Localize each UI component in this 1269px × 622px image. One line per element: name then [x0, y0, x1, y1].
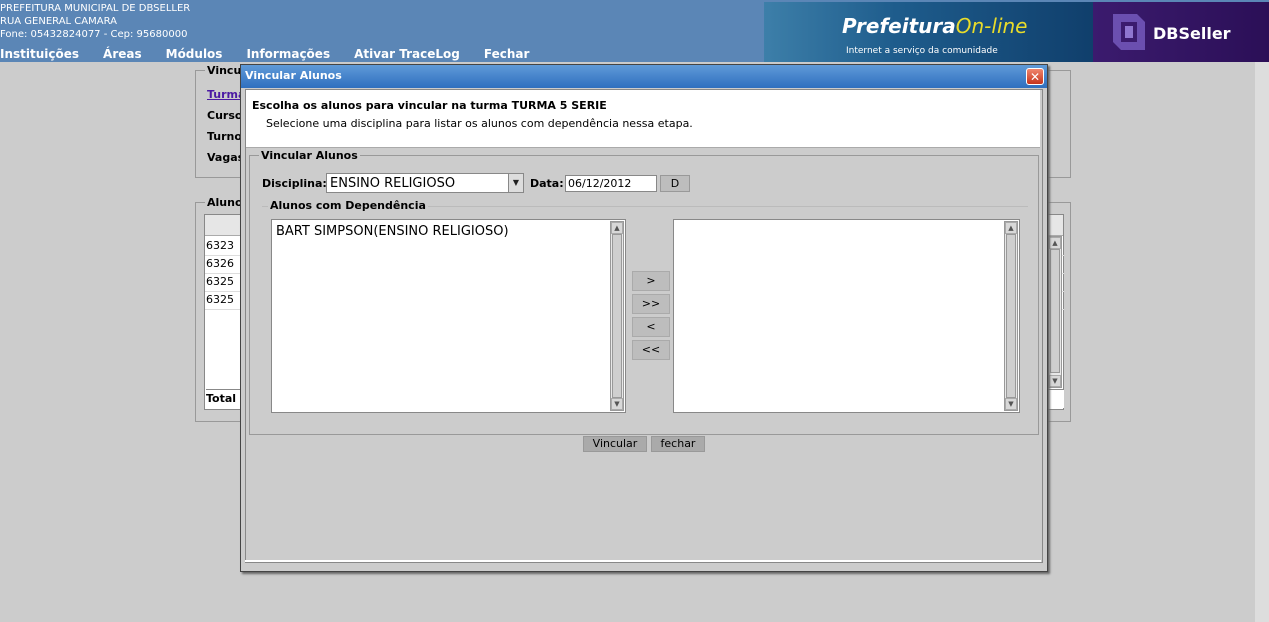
org-name: PREFEITURA MUNICIPAL DE DBSELLER: [0, 3, 191, 14]
vincular-alunos-dialog: Vincular Alunos ✕ Escolha os alunos para…: [240, 64, 1048, 572]
bg-grid-scrollbar[interactable]: ▲ ▼: [1048, 236, 1062, 388]
dbseller-wordmark: DBSeller: [1153, 24, 1231, 43]
dialog-body: Escolha os alunos para vincular na turma…: [245, 89, 1043, 563]
dbseller-mark-icon: [1113, 14, 1145, 50]
bg-vinculo-legend: Vincu: [205, 64, 244, 77]
left-list-scrollbar[interactable]: ▲ ▼: [610, 221, 624, 411]
disciplina-select[interactable]: ENSINO RELIGIOSO ▼: [326, 173, 524, 193]
move-all-left-button[interactable]: <<: [632, 340, 670, 360]
menu-informacoes[interactable]: Informações: [246, 46, 330, 62]
dialog-bottom-edge: [245, 560, 1041, 562]
move-all-right-button[interactable]: >>: [632, 294, 670, 314]
app-header: PREFEITURA MUNICIPAL DE DBSELLER RUA GEN…: [0, 0, 1269, 62]
list-item[interactable]: BART SIMPSON(ENSINO RELIGIOSO): [276, 224, 509, 239]
menu-instituicoes[interactable]: Instituições: [0, 46, 79, 62]
bg-curso-label: Curso: [207, 109, 243, 122]
info-box: Escolha os alunos para vincular na turma…: [246, 90, 1040, 148]
scroll-down-icon[interactable]: ▼: [1005, 398, 1017, 410]
alunos-dependencia-list[interactable]: BART SIMPSON(ENSINO RELIGIOSO) ▲ ▼: [271, 219, 626, 413]
move-left-button[interactable]: <: [632, 317, 670, 337]
banner-brand-a: Prefeitura: [842, 14, 956, 38]
disciplina-label: Disciplina:: [262, 177, 327, 190]
move-right-button[interactable]: >: [632, 271, 670, 291]
chevron-down-icon[interactable]: ▼: [508, 174, 523, 192]
page-scrollbar[interactable]: [1255, 62, 1269, 622]
dbseller-logo: DBSeller: [1093, 2, 1269, 62]
banner-brand-b: On-line: [955, 14, 1028, 38]
dbseller-logo-text: DBSeller: [1153, 24, 1231, 43]
scroll-up-icon[interactable]: ▲: [611, 222, 623, 234]
scroll-up-icon[interactable]: ▲: [1049, 237, 1061, 249]
bg-alunos-legend: Aluno: [205, 196, 245, 209]
scroll-down-icon[interactable]: ▼: [611, 398, 623, 410]
right-list-scrollbar[interactable]: ▲ ▼: [1004, 221, 1018, 411]
scroll-thumb[interactable]: [1006, 234, 1016, 398]
fechar-button[interactable]: fechar: [651, 436, 705, 452]
org-address: RUA GENERAL CAMARA: [0, 16, 117, 27]
info-title: Escolha os alunos para vincular na turma…: [252, 99, 607, 112]
alunos-selecionados-list[interactable]: ▲ ▼: [673, 219, 1020, 413]
info-subtitle: Selecione uma disciplina para listar os …: [266, 117, 693, 130]
banner-brand: PrefeituraOn-line: [842, 14, 1027, 38]
date-picker-button[interactable]: D: [660, 175, 690, 192]
bg-turno-label: Turno: [207, 130, 242, 143]
date-input[interactable]: [565, 175, 657, 192]
scroll-thumb[interactable]: [1050, 249, 1060, 373]
vincular-legend: Vincular Alunos: [259, 149, 360, 162]
menu-modulos[interactable]: Módulos: [166, 46, 223, 62]
prefeitura-online-banner: PrefeituraOn-line Internet a serviço da …: [764, 2, 1093, 62]
menu-fechar[interactable]: Fechar: [484, 46, 530, 62]
scroll-up-icon[interactable]: ▲: [1005, 222, 1017, 234]
main-menu: Instituições Áreas Módulos Informações A…: [0, 46, 553, 62]
bg-vagas-label: Vagas: [207, 151, 245, 164]
dialog-title: Vincular Alunos: [241, 65, 1047, 88]
menu-areas[interactable]: Áreas: [103, 46, 142, 62]
disciplina-value: ENSINO RELIGIOSO: [330, 176, 456, 191]
dependencia-legend: Alunos com Dependência: [268, 199, 428, 212]
vincular-button[interactable]: Vincular: [583, 436, 647, 452]
org-phone: Fone: 05432824077 - Cep: 95680000: [0, 29, 188, 40]
close-icon[interactable]: ✕: [1026, 68, 1044, 85]
banner-tagline: Internet a serviço da comunidade: [846, 46, 998, 56]
scroll-down-icon[interactable]: ▼: [1049, 375, 1061, 387]
vincular-fieldset: Vincular Alunos Disciplina: ENSINO RELIG…: [249, 149, 1039, 435]
menu-ativar-tracelog[interactable]: Ativar TraceLog: [354, 46, 460, 62]
scroll-thumb[interactable]: [612, 234, 622, 398]
data-label: Data:: [530, 177, 564, 190]
